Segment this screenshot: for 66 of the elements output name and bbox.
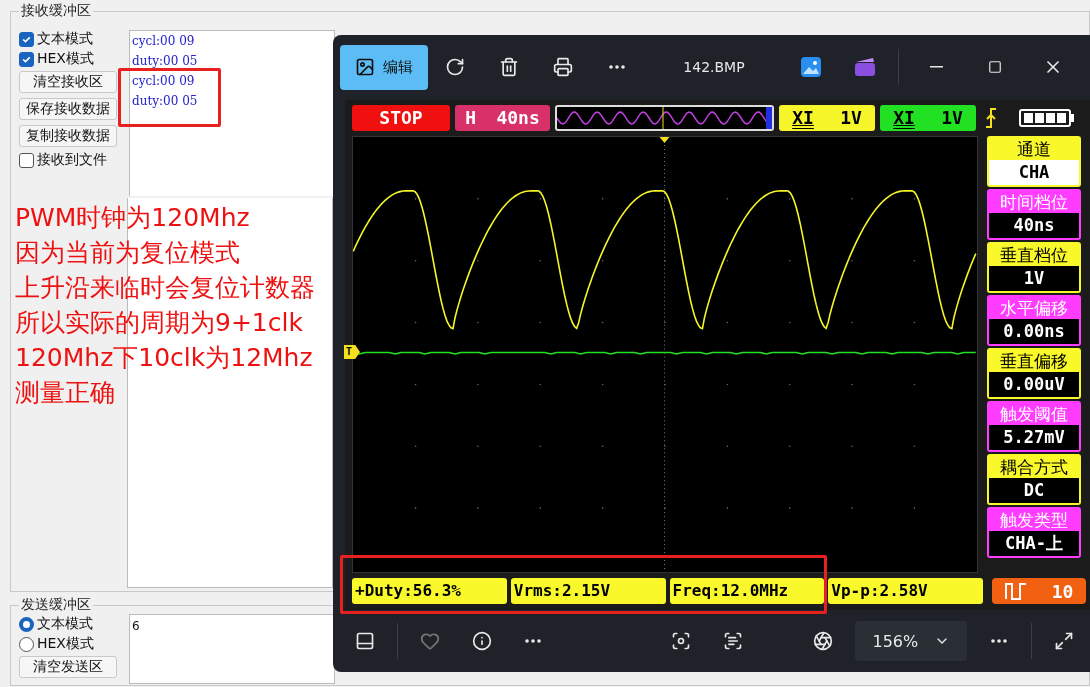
channel-scale: XI 1V	[779, 104, 875, 131]
trigger-edge-icon	[985, 106, 997, 129]
received-line: duty:00 05	[132, 93, 199, 110]
annotation-text: 因为当前为复位模式	[15, 237, 241, 269]
setting-item: 耦合方式 DC	[987, 454, 1081, 505]
mode-checkbox[interactable]: HEX模式	[19, 49, 123, 69]
clear-button[interactable]: 清空发送区	[19, 656, 117, 678]
receive-area[interactable]: cycl:00 09 duty:00 05 cycl:00 09 duty:00 05	[129, 30, 335, 196]
annotation-text: PWM时钟为120Mhz	[15, 202, 251, 234]
setting-item: 触发类型 CHA-上	[987, 507, 1081, 558]
mode-radio[interactable]: HEX模式	[19, 634, 123, 654]
more-icon	[991, 639, 1008, 643]
action-button[interactable]: 复制接收数据	[19, 125, 117, 147]
run-status: STOP	[352, 104, 450, 131]
minimize-icon	[929, 66, 943, 68]
pulse-counter: 10	[992, 578, 1086, 604]
more-icon	[525, 639, 542, 643]
timebase-label: H 40ns	[455, 104, 550, 131]
pulse-icon	[1004, 582, 1027, 600]
measurement: +Duty:56.3%	[352, 578, 507, 604]
send-text: 6	[132, 618, 141, 633]
photo-icon	[801, 57, 821, 77]
battery-icon	[1019, 108, 1075, 127]
file-name: 142.BMP	[682, 59, 746, 75]
heart-icon	[419, 631, 440, 651]
setting-item: 水平偏移 0.00ns	[987, 295, 1081, 346]
setting-item: 垂直偏移 0.00uV	[987, 348, 1081, 399]
annotation-text: 120Mhz下10clk为12Mhz	[15, 342, 314, 374]
setting-item: 触发阈值 5.27mV	[987, 401, 1081, 452]
annotation-text: 测量正确	[15, 377, 116, 409]
channel-scale: XI 1V	[880, 104, 976, 131]
trigger-marker: T	[344, 345, 360, 359]
expand-icon	[1054, 631, 1075, 651]
save-to-file-checkbox[interactable]: 接收到文件	[19, 150, 123, 170]
setting-item: 时间档位 40ns	[987, 189, 1081, 240]
received-line: duty:00 05	[132, 53, 199, 70]
panel-icon	[354, 631, 375, 651]
maximize-icon	[987, 60, 1002, 74]
mode-radio[interactable]: 文本模式	[19, 614, 123, 634]
image-icon	[355, 57, 375, 77]
setting-item: 垂直档位 1V	[987, 242, 1081, 293]
printer-icon	[553, 57, 573, 77]
received-line: cycl:00 09	[132, 73, 196, 90]
trash-icon	[499, 57, 519, 77]
group-title: 接收缓冲区	[20, 2, 92, 20]
measurement: Vp-p:2.58V	[828, 578, 984, 604]
annotation-text: 所以实际的周期为9+1clk	[15, 307, 304, 339]
action-button[interactable]: 保存接收数据	[19, 98, 117, 120]
rotate-icon	[445, 57, 465, 77]
setting-item: 通道 CHA	[987, 136, 1081, 187]
zoom-dropdown[interactable]: 156%	[855, 621, 968, 661]
scan-text-icon	[723, 631, 744, 651]
edit-button[interactable]: 编辑	[340, 44, 428, 90]
received-line: cycl:00 09	[132, 33, 196, 50]
measurement: Vrms:2.15V	[510, 578, 666, 604]
clapper-icon	[855, 57, 875, 77]
more-icon	[609, 65, 625, 69]
measurement: Freq:12.0MHz	[669, 578, 825, 604]
action-button[interactable]: 清空接收区	[19, 71, 117, 93]
mode-checkbox[interactable]: 文本模式	[19, 29, 123, 49]
group-title: 发送缓冲区	[20, 596, 92, 614]
aperture-icon	[813, 631, 834, 651]
info-icon	[471, 631, 492, 651]
focus-icon	[671, 631, 692, 651]
send-area[interactable]: 6	[129, 614, 335, 684]
annotation-text: 上升沿来临时会复位计数器	[15, 272, 315, 304]
